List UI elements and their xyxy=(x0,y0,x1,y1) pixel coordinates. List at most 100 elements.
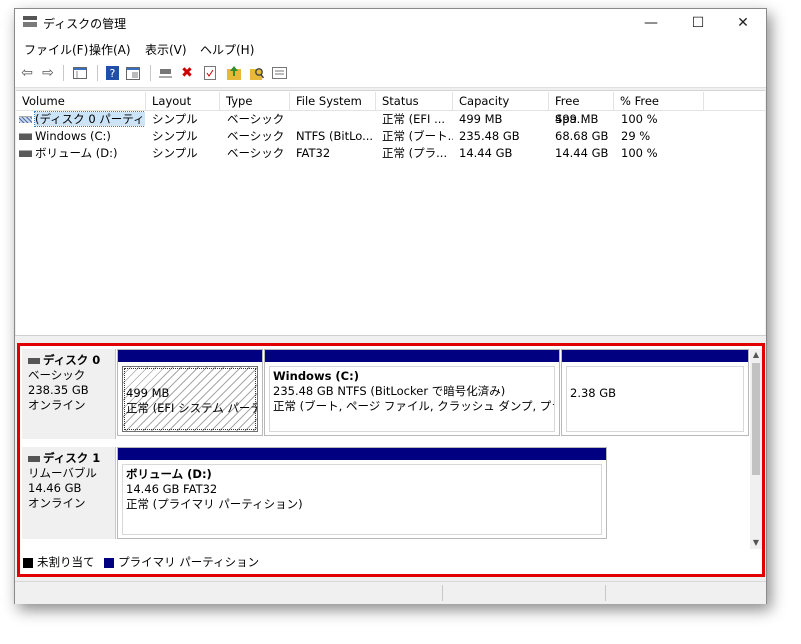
disk-1-label[interactable]: ディスク 1 リムーバブル 14.46 GB オンライン xyxy=(22,447,116,539)
partition-efi-size: 499 MB xyxy=(126,386,170,400)
percent-free-cell: 100 % xyxy=(621,146,658,160)
percent-free-cell: 100 % xyxy=(621,112,658,126)
volume-name: (ディスク 0 パーティシ... xyxy=(33,111,145,127)
disk-1-state: オンライン xyxy=(28,496,86,510)
file-system-cell xyxy=(296,111,376,128)
percent-free-cell: 29 % xyxy=(621,129,651,143)
delete-icon[interactable]: ✖ xyxy=(179,65,195,81)
disk-0-size: 238.35 GB xyxy=(28,383,89,397)
status-cell: 正常 (ブート... xyxy=(382,129,453,143)
menu-file[interactable]: ファイル(F) xyxy=(24,41,88,58)
import-icon[interactable] xyxy=(226,65,242,81)
free-space-cell: 14.44 GB xyxy=(555,146,609,160)
layout-cell: シンプル xyxy=(152,129,198,143)
menu-help[interactable]: ヘルプ(H) xyxy=(200,41,254,58)
disk-management-window: ディスクの管理 — ☐ ✕ ファイル(F) 操作(A) 表示(V) ヘルプ(H)… xyxy=(14,8,767,604)
minimize-button[interactable]: — xyxy=(628,9,674,37)
help-icon[interactable]: ? xyxy=(104,65,120,81)
volume-name: ボリューム (D:) xyxy=(35,146,118,160)
volume-list: Volume Layout Type File System Status Ca… xyxy=(16,90,765,336)
back-arrow-icon[interactable]: ⇦ xyxy=(19,65,35,81)
toolbar-separator xyxy=(63,65,64,81)
column-volume[interactable]: Volume xyxy=(16,92,146,110)
disk-management-app-icon xyxy=(23,16,37,27)
free-space-cell: 68.68 GB xyxy=(555,129,609,143)
disk-1-name: ディスク 1 xyxy=(43,451,101,465)
maximize-button[interactable]: ☐ xyxy=(675,9,721,37)
partition-d-status: 正常 (プライマリ パーティション) xyxy=(126,497,303,511)
scroll-down-icon[interactable]: ▼ xyxy=(750,537,762,549)
partition-d-title: ボリューム (D:) xyxy=(126,467,212,481)
check-icon[interactable] xyxy=(202,65,218,81)
disk-0-state: オンライン xyxy=(28,398,86,412)
partition-header xyxy=(562,350,748,362)
partition-header xyxy=(118,448,606,460)
capacity-cell: 14.44 GB xyxy=(459,146,513,160)
graphical-disk-pane: ディスク 0 ベーシック 238.35 GB オンライン 499 MB 正常 (… xyxy=(17,343,765,577)
menu-action[interactable]: 操作(A) xyxy=(89,41,131,58)
table-row[interactable]: (ディスク 0 パーティシ... シンプル ベーシック 正常 (EFI ... … xyxy=(16,111,765,128)
volume-name: Windows (C:) xyxy=(35,129,111,143)
menu-view[interactable]: 表示(V) xyxy=(145,41,187,58)
partition-c-size: 235.48 GB NTFS (BitLocker で暗号化済み) xyxy=(273,384,506,398)
partition-header xyxy=(118,350,262,362)
connect-icon[interactable] xyxy=(157,65,173,81)
file-system-cell: NTFS (BitLo... xyxy=(296,129,374,143)
column-status[interactable]: Status xyxy=(376,92,453,110)
window-title: ディスクの管理 xyxy=(43,17,127,31)
volume-icon xyxy=(19,150,32,157)
status-bar-divider xyxy=(442,585,443,601)
toolbar-separator xyxy=(150,65,151,81)
legend-primary-label: プライマリ パーティション xyxy=(118,555,260,569)
capacity-cell: 235.48 GB xyxy=(459,129,520,143)
status-cell: 正常 (プラ... xyxy=(382,146,448,160)
forward-arrow-icon[interactable]: ⇨ xyxy=(40,65,56,81)
partition-recovery[interactable]: 2.38 GB xyxy=(561,349,749,436)
console-tree-icon[interactable] xyxy=(72,65,88,81)
column-layout[interactable]: Layout xyxy=(146,92,220,110)
status-bar xyxy=(15,581,766,604)
disk-icon xyxy=(28,455,40,462)
partition-c-title: Windows (C:) xyxy=(273,369,359,383)
vertical-scrollbar[interactable]: ▲ ▼ xyxy=(750,349,762,549)
layout-cell: シンプル xyxy=(152,146,198,160)
volume-list-header: Volume Layout Type File System Status Ca… xyxy=(16,92,765,126)
capacity-cell: 499 MB xyxy=(459,112,503,126)
close-button[interactable]: ✕ xyxy=(720,9,766,37)
properties-icon[interactable] xyxy=(125,65,141,81)
scroll-thumb[interactable] xyxy=(752,363,760,475)
column-free-space[interactable]: Free Spa... xyxy=(549,92,614,126)
table-row[interactable]: Windows (C:) シンプル ベーシック NTFS (BitLo... 正… xyxy=(16,128,765,145)
column-file-system[interactable]: File System xyxy=(290,92,376,110)
disk-0-label[interactable]: ディスク 0 ベーシック 238.35 GB オンライン xyxy=(22,349,116,439)
partition-c-status: 正常 (ブート, ページ ファイル, クラッシュ ダンプ, プライマリ パーテ xyxy=(273,399,554,413)
column-percent-free[interactable]: % Free xyxy=(614,92,704,110)
partition-d-size: 14.46 GB FAT32 xyxy=(126,482,218,496)
legend-primary-swatch xyxy=(104,557,115,568)
legend-unallocated-swatch xyxy=(23,557,33,568)
disk-icon xyxy=(28,357,40,364)
volume-icon xyxy=(19,133,32,140)
disk-0-type: ベーシック xyxy=(28,368,86,382)
svg-text:?: ? xyxy=(109,67,115,80)
legend-unallocated-label: 未割り当て xyxy=(37,555,95,569)
partition-efi[interactable]: 499 MB 正常 (EFI システム パーティシ xyxy=(117,349,263,436)
column-type[interactable]: Type xyxy=(220,92,290,110)
disk-1-type: リムーバブル xyxy=(28,466,97,480)
search-icon[interactable] xyxy=(249,65,265,81)
disk-0-name: ディスク 0 xyxy=(43,353,101,367)
toolbar: ⇦ ⇨ ? ✖ xyxy=(15,59,766,88)
disk-1-size: 14.46 GB xyxy=(28,481,82,495)
free-space-cell: 499 MB xyxy=(555,112,599,126)
column-capacity[interactable]: Capacity xyxy=(453,92,549,110)
layout-cell: シンプル xyxy=(152,112,198,126)
type-cell: ベーシック xyxy=(227,146,285,160)
partition-windows-c[interactable]: Windows (C:) 235.48 GB NTFS (BitLocker で… xyxy=(264,349,560,436)
type-cell: ベーシック xyxy=(227,112,285,126)
partition-volume-d[interactable]: ボリューム (D:) 14.46 GB FAT32 正常 (プライマリ パーティ… xyxy=(117,447,607,539)
table-row[interactable]: ボリューム (D:) シンプル ベーシック FAT32 正常 (プラ... 14… xyxy=(16,145,765,162)
scroll-up-icon[interactable]: ▲ xyxy=(750,349,762,361)
volume-icon xyxy=(19,116,32,123)
list-icon[interactable] xyxy=(271,65,287,81)
partition-header xyxy=(265,350,559,362)
